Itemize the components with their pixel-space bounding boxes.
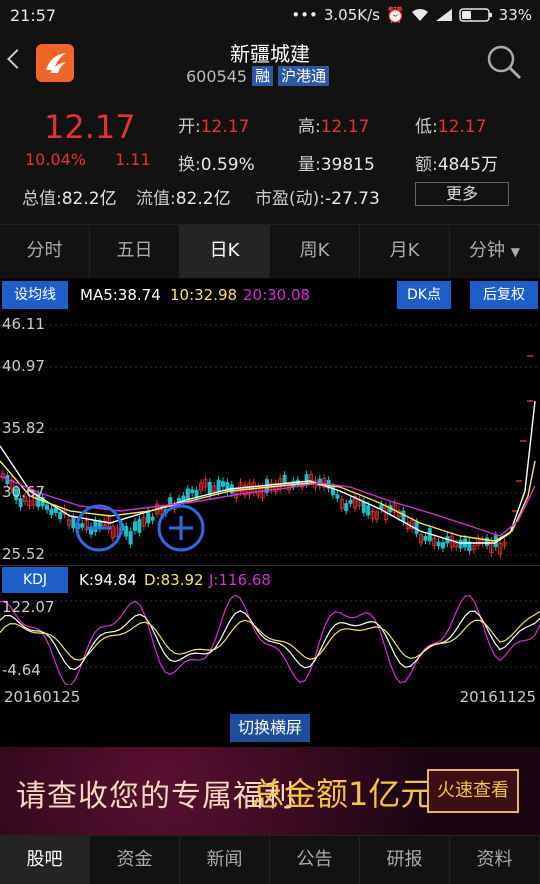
current-price: 12.17: [44, 108, 136, 146]
kline-chart[interactable]: 46.11 40.97 35.82 30.67 25.52: [0, 311, 540, 565]
kdj-chart[interactable]: 122.07 -4.64: [0, 595, 540, 685]
kdj-j-value: J:116.68: [209, 571, 271, 589]
ma20-value: 20:30.08: [243, 286, 311, 304]
adjust-button[interactable]: 后复权: [470, 281, 538, 309]
ad-cta-button[interactable]: 火速查看: [427, 769, 519, 813]
dropdown-arrow-icon: ▼: [510, 245, 520, 259]
price-axis-label: 46.11: [2, 315, 45, 333]
price-axis-label: 35.82: [2, 419, 45, 437]
high-stat: 高:12.17: [298, 117, 370, 137]
stock-code: 600545: [186, 66, 248, 86]
stock-header: 新疆城建 600545 融 沪港通: [0, 32, 540, 94]
kdj-row: KDJ K:94.84 D:83.92 J:116.68: [0, 565, 540, 595]
change-percent: 10.04%: [25, 150, 87, 169]
status-time: 21:57: [10, 6, 57, 25]
tab-minute-label: 分钟: [469, 240, 506, 261]
tab-intraday[interactable]: 分时: [0, 225, 90, 278]
nav-profile[interactable]: 资料: [450, 836, 540, 884]
landscape-switch-button[interactable]: 切换横屏: [230, 714, 310, 742]
kdj-axis-bottom: -4.64: [2, 661, 41, 679]
kdj-indicator-button[interactable]: KDJ: [2, 567, 68, 593]
notification-dots: •••: [291, 6, 318, 24]
low-stat: 低:12.17: [415, 117, 487, 137]
nav-funds[interactable]: 资金: [90, 836, 180, 884]
tab-five-day[interactable]: 五日: [90, 225, 180, 278]
ma5-value: MA5:38.74: [80, 286, 161, 304]
kdj-svg: [0, 595, 540, 685]
turnover-stat: 换:0.59%: [178, 155, 255, 175]
nav-forum[interactable]: 股吧: [0, 836, 90, 884]
date-axis: 20160125 20161125: [0, 685, 540, 711]
ad-text-amount: 总金额1亿元: [252, 775, 433, 813]
pe-stat: 市盈(动):-27.73: [255, 189, 380, 209]
total-cap-stat: 总值:82.2亿: [22, 189, 117, 209]
end-date: 20161125: [459, 688, 536, 706]
open-stat: 开:12.17: [178, 117, 250, 137]
float-cap-stat: 流值:82.2亿: [136, 189, 231, 209]
battery-percent: 33%: [498, 6, 532, 24]
tab-monthly-k[interactable]: 月K: [360, 225, 450, 278]
start-date: 20160125: [4, 688, 81, 706]
tab-weekly-k[interactable]: 周K: [270, 225, 360, 278]
nav-research[interactable]: 研报: [360, 836, 450, 884]
kdj-k-value: K:94.84: [79, 571, 137, 589]
status-bar: 21:57 ••• 3.05K/s ⏰ 33%: [0, 0, 540, 32]
stock-title: 新疆城建: [230, 42, 310, 66]
period-tabs: 分时 五日 日K 周K 月K 分钟 ▼: [0, 224, 540, 278]
volume-stat: 量:39815: [298, 155, 375, 175]
margin-tag: 融: [252, 66, 274, 86]
nav-announcements[interactable]: 公告: [270, 836, 360, 884]
price-axis-label: 25.52: [2, 545, 45, 563]
price-axis-label: 40.97: [2, 357, 45, 375]
more-button[interactable]: 更多: [415, 182, 509, 206]
ma10-value: 10:32.98: [170, 286, 238, 304]
ma-setting-button[interactable]: 设均线: [2, 281, 68, 309]
zoom-in-icon[interactable]: [156, 503, 206, 553]
search-icon[interactable]: [486, 44, 522, 80]
net-speed: 3.05K/s: [323, 6, 380, 24]
price-axis-label: 30.67: [2, 483, 45, 501]
zoom-out-icon[interactable]: [74, 503, 124, 553]
alarm-icon: ⏰: [385, 6, 405, 24]
kdj-axis-top: 122.07: [2, 598, 55, 616]
ma-row: 设均线 MA5:38.74 10:32.98 20:30.08 DK点 后复权: [0, 279, 540, 311]
ad-banner[interactable]: 请查收您的专属福利 总金额1亿元 火速查看: [0, 747, 540, 835]
quote-panel: 12.17 10.04% 1.11 开:12.17 高:12.17 低:12.1…: [0, 94, 540, 224]
change-amount: 1.11: [115, 150, 151, 169]
amount-stat: 额:4845万: [415, 155, 498, 175]
tab-minute[interactable]: 分钟 ▼: [450, 225, 540, 278]
battery-icon: [458, 8, 492, 22]
wifi-icon: [411, 8, 428, 21]
nav-news[interactable]: 新闻: [180, 836, 270, 884]
tab-daily-k[interactable]: 日K: [180, 225, 270, 278]
bottom-nav: 股吧 资金 新闻 公告 研报 资料: [0, 835, 540, 884]
switch-row: 切换横屏: [0, 711, 540, 747]
hk-connect-tag: 沪港通: [278, 66, 330, 86]
dk-point-button[interactable]: DK点: [397, 281, 451, 309]
kdj-d-value: D:83.92: [144, 571, 204, 589]
signal-icon: [435, 9, 452, 21]
